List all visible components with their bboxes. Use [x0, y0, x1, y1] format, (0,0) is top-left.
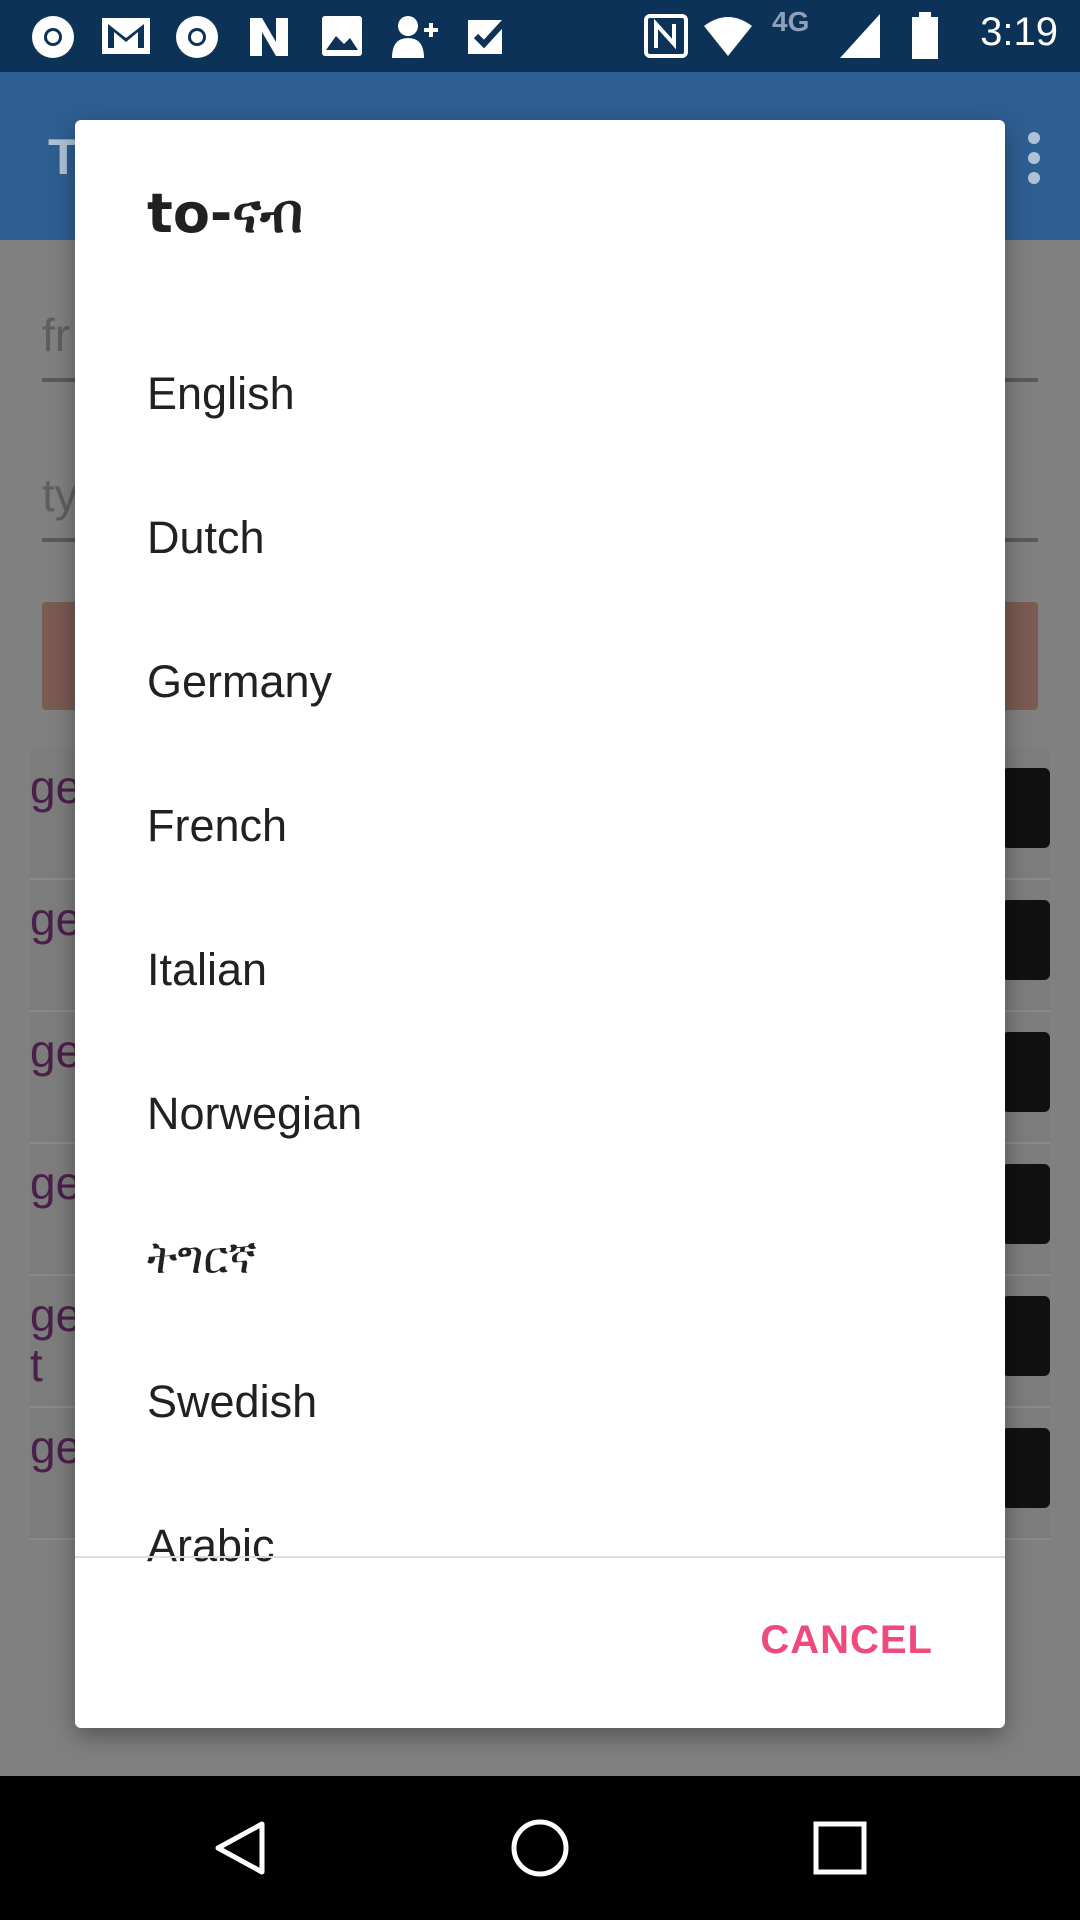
option-italian[interactable]: Italian — [75, 898, 1005, 1042]
dialog-divider — [75, 1556, 1005, 1558]
option-dutch[interactable]: Dutch — [75, 466, 1005, 610]
option-germany[interactable]: Germany — [75, 610, 1005, 754]
check-icon — [468, 17, 509, 54]
option-french[interactable]: French — [75, 754, 1005, 898]
option-swedish[interactable]: Swedish — [75, 1330, 1005, 1474]
n-icon — [250, 18, 288, 56]
nfc-icon — [644, 14, 688, 58]
chrome-icon — [176, 16, 218, 58]
signal-icon — [840, 14, 880, 58]
app-title: T — [48, 129, 79, 185]
home-icon[interactable] — [470, 1776, 610, 1920]
image-icon — [322, 16, 362, 56]
text-field-text: ty — [42, 469, 78, 521]
trash-icon — [1002, 1032, 1050, 1112]
clock: 3:19 — [980, 10, 1058, 54]
network-type: 4G — [772, 6, 810, 37]
add-contact-icon — [392, 16, 438, 58]
trash-icon — [1002, 1428, 1050, 1508]
trash-icon — [1002, 1296, 1050, 1376]
language-options-list[interactable]: English Dutch Germany French Italian Nor… — [75, 322, 1005, 1678]
cancel-button[interactable]: CANCEL — [760, 1618, 933, 1663]
battery-icon — [912, 12, 938, 59]
recents-icon[interactable] — [770, 1776, 910, 1920]
status-bar: 4G 3:19 — [0, 0, 1080, 72]
option-norwegian[interactable]: Norwegian — [75, 1042, 1005, 1186]
navigation-bar — [0, 1776, 1080, 1920]
chrome-icon — [32, 16, 74, 58]
gmail-icon — [102, 18, 150, 54]
trash-icon — [1002, 900, 1050, 980]
wifi-icon — [704, 17, 752, 56]
trash-icon — [1002, 1164, 1050, 1244]
language-dialog: to-ናብ English Dutch Germany French Itali… — [75, 120, 1005, 1728]
option-english[interactable]: English — [75, 322, 1005, 466]
dialog-title: to-ናብ — [147, 182, 303, 245]
back-icon[interactable] — [170, 1776, 310, 1920]
option-arabic[interactable]: Arabic — [75, 1474, 1005, 1618]
overflow-menu-icon[interactable] — [1028, 132, 1040, 192]
trash-icon — [1002, 768, 1050, 848]
option-tigrinya[interactable]: ትግርኛ — [75, 1186, 1005, 1330]
from-field-text: fr — [42, 309, 71, 361]
